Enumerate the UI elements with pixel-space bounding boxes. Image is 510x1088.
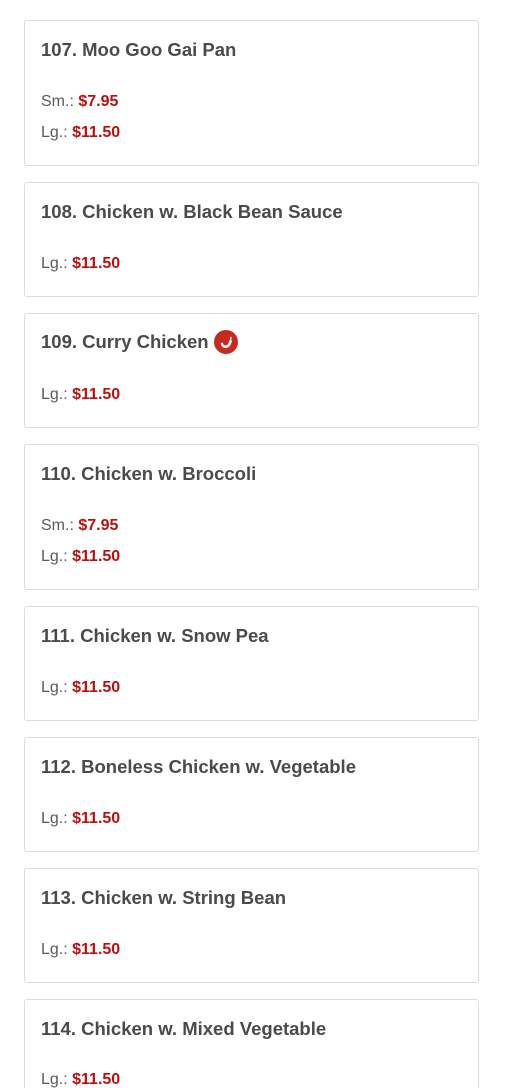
price-value: $11.50 <box>72 1071 121 1088</box>
price-row: Lg.: $11.50 <box>41 1071 120 1088</box>
price-label: Lg.: <box>41 548 68 565</box>
price-row: Sm.: $7.95 <box>41 517 118 535</box>
menu-item-card[interactable]: 112. Boneless Chicken w. Vegetable Lg.: … <box>24 737 479 852</box>
menu-item-title-text: 114. Chicken w. Mixed Vegetable <box>41 1018 327 1039</box>
menu-item-card[interactable]: 108. Chicken w. Black Bean Sauce Lg.: $1… <box>24 182 479 297</box>
price-value: $11.50 <box>72 810 121 827</box>
price-value: $11.50 <box>72 255 121 272</box>
menu-item-title: 108. Chicken w. Black Bean Sauce <box>41 201 343 223</box>
price-value: $11.50 <box>72 386 121 403</box>
menu-item-title-text: 112. Boneless Chicken w. Vegetable <box>41 756 356 777</box>
price-row: Lg.: $11.50 <box>41 679 120 697</box>
menu-item-title: 110. Chicken w. Broccoli <box>41 463 256 485</box>
price-row: Lg.: $11.50 <box>41 810 120 828</box>
price-label: Lg.: <box>41 679 68 696</box>
price-label: Lg.: <box>41 1071 68 1088</box>
price-value: $11.50 <box>72 679 121 696</box>
price-value: $7.95 <box>78 93 119 110</box>
menu-item-title-text: 108. Chicken w. Black Bean Sauce <box>41 201 343 222</box>
price-value: $11.50 <box>72 941 121 958</box>
menu-item-title: 109. Curry Chicken <box>41 330 238 354</box>
price-label: Lg.: <box>41 386 68 403</box>
menu-item-title: 112. Boneless Chicken w. Vegetable <box>41 756 356 778</box>
menu-item-title-text: 109. Curry Chicken <box>41 331 209 352</box>
price-value: $11.50 <box>72 124 121 141</box>
price-row: Lg.: $11.50 <box>41 255 120 273</box>
price-row: Lg.: $11.50 <box>41 386 120 404</box>
price-label: Lg.: <box>41 810 68 827</box>
price-row: Lg.: $11.50 <box>41 548 120 566</box>
menu-item-list: 107. Moo Goo Gai Pan Sm.: $7.95 Lg.: $11… <box>0 0 510 1088</box>
price-value: $7.95 <box>78 517 119 534</box>
price-value: $11.50 <box>72 548 121 565</box>
menu-item-title-text: 111. Chicken w. Snow Pea <box>41 625 269 646</box>
menu-item-title: 107. Moo Goo Gai Pan <box>41 39 236 61</box>
menu-item-title: 113. Chicken w. String Bean <box>41 887 286 909</box>
price-row: Lg.: $11.50 <box>41 124 120 142</box>
menu-item-card[interactable]: 107. Moo Goo Gai Pan Sm.: $7.95 Lg.: $11… <box>24 20 479 166</box>
menu-item-card[interactable]: 114. Chicken w. Mixed Vegetable Lg.: $11… <box>24 999 479 1088</box>
chili-pepper-icon <box>213 330 238 354</box>
menu-item-title-text: 113. Chicken w. String Bean <box>41 887 287 908</box>
menu-item-card[interactable]: 109. Curry Chicken Lg.: $11.50 <box>24 313 479 428</box>
menu-item-title: 111. Chicken w. Snow Pea <box>41 625 269 647</box>
price-label: Sm.: <box>41 93 74 110</box>
price-label: Sm.: <box>41 517 74 534</box>
price-label: Lg.: <box>41 941 68 958</box>
menu-item-title-text: 110. Chicken w. Broccoli <box>41 463 257 484</box>
menu-item-title: 114. Chicken w. Mixed Vegetable <box>41 1018 326 1040</box>
price-label: Lg.: <box>41 255 68 272</box>
price-label: Lg.: <box>41 124 68 141</box>
menu-item-card[interactable]: 110. Chicken w. Broccoli Sm.: $7.95 Lg.:… <box>24 444 479 590</box>
menu-item-card[interactable]: 113. Chicken w. String Bean Lg.: $11.50 <box>24 868 479 983</box>
price-row: Sm.: $7.95 <box>41 93 118 111</box>
price-row: Lg.: $11.50 <box>41 941 120 959</box>
menu-item-card[interactable]: 111. Chicken w. Snow Pea Lg.: $11.50 <box>24 606 479 721</box>
menu-item-title-text: 107. Moo Goo Gai Pan <box>41 39 237 60</box>
